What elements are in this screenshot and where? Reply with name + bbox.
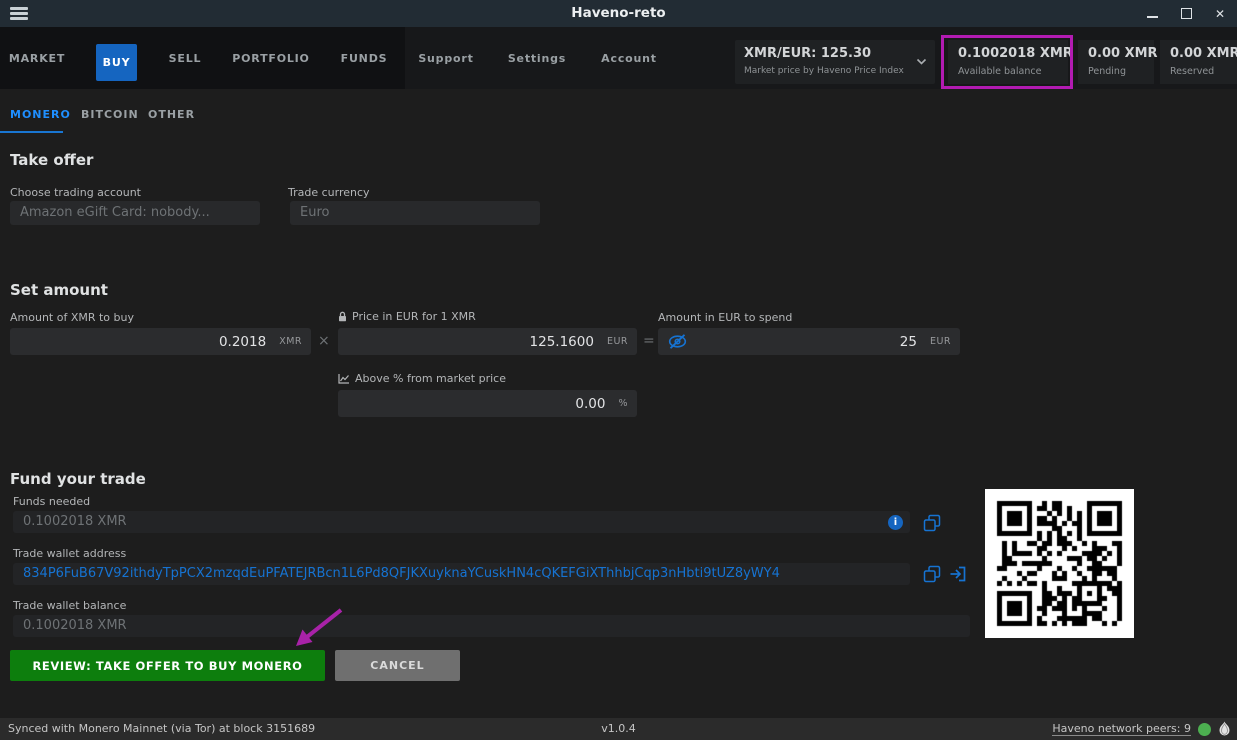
amount-value: 0.2018 [219,334,266,350]
equals-sign: = [643,333,655,349]
amount-field[interactable]: 0.2018 XMR [10,328,311,355]
close-button[interactable]: ✕ [1203,0,1237,27]
price-label: Price in EUR for 1 XMR [338,310,476,323]
nav-item-market[interactable]: MARKET [9,52,65,65]
qr-code-panel [985,489,1134,638]
eye-slash-icon[interactable] [668,334,687,349]
price-field[interactable]: 125.1600 EUR [338,328,637,355]
set-amount-heading: Set amount [10,281,108,299]
tab-other[interactable]: OTHER [148,108,195,121]
market-price-selector[interactable]: XMR/EUR: 125.30 Market price by Haveno P… [735,40,935,84]
wallet-address-label: Trade wallet address [13,547,126,560]
annotation-arrow [290,604,348,652]
price-suffix: EUR [607,336,628,347]
spend-label: Amount in EUR to spend [658,311,792,324]
nav-item-account[interactable]: Account [601,52,657,65]
price-value: 125.1600 [530,334,594,350]
nav-item-sell[interactable]: SELL [169,52,202,65]
amount-suffix: XMR [279,336,302,347]
chevron-down-icon [916,58,927,65]
peers-count[interactable]: Haveno network peers: 9 [1052,722,1191,736]
pending-balance-value: 0.00 XMR [1088,46,1158,61]
reserved-balance-box: 0.00 XMR Reserved [1160,40,1237,84]
nav-item-portfolio[interactable]: PORTFOLIO [232,52,309,65]
available-balance-label: Available balance [958,66,1041,77]
status-bar: Synced with Monero Mainnet (via Tor) at … [0,718,1237,740]
wallet-balance-label: Trade wallet balance [13,599,126,612]
wallet-address-value: 834P6FuB67V92ithdyTpPCX2mzqdEuPFATEJRBcn… [23,566,780,581]
deviation-suffix: % [618,398,628,409]
tab-bitcoin[interactable]: BITCOIN [81,108,139,121]
network-status: Haveno network peers: 9 [1052,718,1231,740]
funds-needed-value: 0.1002018 XMR [23,514,127,529]
fund-trade-heading: Fund your trade [10,470,146,488]
qr-code [985,489,1134,638]
wallet-balance-value: 0.1002018 XMR [23,618,127,633]
reserved-balance-value: 0.00 XMR [1170,46,1237,61]
minimize-icon [1147,16,1158,18]
pending-balance-box: 0.00 XMR Pending [1078,40,1154,84]
window-title: Haveno-reto [0,0,1237,27]
multiply-sign: × [318,333,330,349]
tor-onion-icon [1218,721,1231,737]
spend-suffix: EUR [930,336,951,347]
menu-icon[interactable] [10,7,28,21]
wallet-balance-field[interactable]: 0.1002018 XMR [13,615,970,637]
trading-account-field[interactable]: Amazon eGift Card: nobody... [10,201,260,225]
pending-balance-label: Pending [1088,66,1126,77]
info-icon[interactable]: i [888,515,903,530]
review-take-offer-button[interactable]: REVIEW: TAKE OFFER TO BUY MONERO [10,650,325,681]
nav-item-buy-label: BUY [103,56,131,69]
tab-monero[interactable]: MONERO [10,108,71,121]
wallet-address-field[interactable]: 834P6FuB67V92ithdyTpPCX2mzqdEuPFATEJRBcn… [13,563,910,585]
copy-funds-icon[interactable] [923,514,941,532]
maximize-icon [1181,8,1192,19]
network-health-icon [1198,723,1211,736]
close-icon: ✕ [1215,8,1225,20]
trade-currency-label: Trade currency [288,186,370,199]
copy-address-icon[interactable] [923,565,941,583]
maximize-button[interactable] [1169,0,1203,27]
spend-field[interactable]: 25 EUR [658,328,960,355]
trading-account-label: Choose trading account [10,186,141,199]
take-offer-heading: Take offer [10,151,93,169]
nav-item-buy[interactable]: BUY [96,44,137,81]
nav-item-support[interactable]: Support [418,52,473,65]
window-controls: ✕ [1135,0,1237,27]
nav-item-funds[interactable]: FUNDS [341,52,388,65]
funds-needed-label: Funds needed [13,495,90,508]
nav-item-settings[interactable]: Settings [508,52,566,65]
trend-chart-icon [338,373,350,384]
funds-needed-field[interactable]: 0.1002018 XMR i [13,511,910,533]
lock-icon [338,311,347,322]
market-price-pair: XMR/EUR: 125.30 [744,46,871,61]
deviation-value: 0.00 [575,396,605,412]
titlebar: Haveno-reto ✕ [0,0,1237,27]
open-wallet-icon[interactable] [949,565,967,583]
spend-value: 25 [900,334,917,350]
active-tab-underline [0,131,63,133]
cancel-button[interactable]: CANCEL [335,650,460,681]
main-navbar: MARKET BUY SELL PORTFOLIO FUNDS Support … [0,27,1237,89]
reserved-balance-label: Reserved [1170,66,1214,77]
amount-label: Amount of XMR to buy [10,311,134,324]
market-price-source: Market price by Haveno Price Index [744,66,904,76]
available-balance-value: 0.1002018 XMR [958,46,1073,61]
trade-currency-field[interactable]: Euro [290,201,540,225]
deviation-label: Above % from market price [338,372,506,385]
deviation-field[interactable]: 0.00 % [338,390,637,417]
available-balance-box: 0.1002018 XMR Available balance [948,40,1068,84]
minimize-button[interactable] [1135,0,1169,27]
